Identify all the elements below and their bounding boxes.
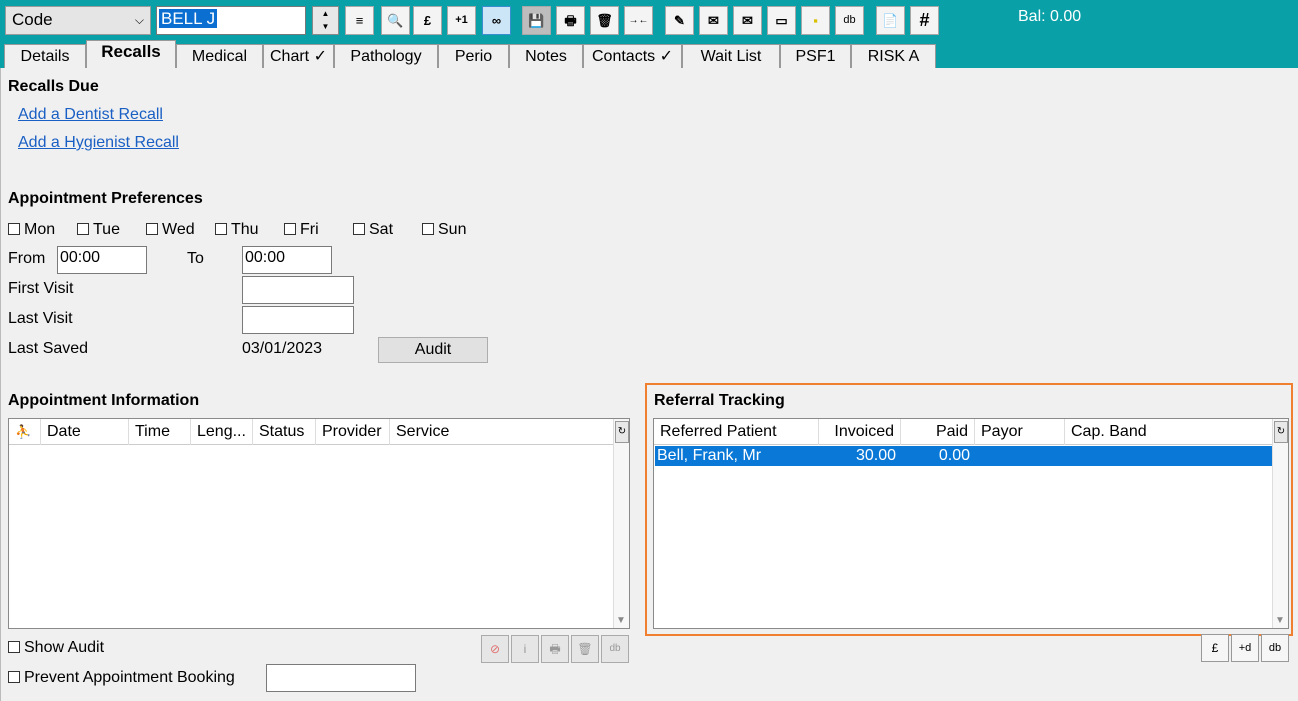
- referral-grid-scrollbar[interactable]: ↻ ▼: [1272, 419, 1288, 628]
- patient-spinner[interactable]: ▲ ▼: [312, 6, 339, 35]
- appointment-grid-scrollbar[interactable]: ↻ ▼: [613, 419, 629, 628]
- grid-icon[interactable]: #: [910, 6, 939, 35]
- invoiced-cell: 30.00: [855, 447, 896, 464]
- database-appointment-icon[interactable]: db: [601, 635, 629, 663]
- info-icon[interactable]: i: [511, 635, 539, 663]
- prevent-booking-checkbox[interactable]: Prevent Appointment Booking: [8, 669, 235, 687]
- first-visit-label: First Visit: [8, 280, 74, 297]
- tab-recalls[interactable]: Recalls: [86, 40, 176, 68]
- print-icon[interactable]: 🖶: [556, 6, 585, 35]
- tab-medical[interactable]: Medical: [176, 44, 263, 68]
- to-time-input[interactable]: 00:00: [242, 246, 332, 274]
- print-appointment-icon[interactable]: 🖶: [541, 635, 569, 663]
- delete-appointment-icon[interactable]: 🗑: [571, 635, 599, 663]
- sticky-note-icon[interactable]: ▪: [801, 6, 830, 35]
- person-icon[interactable]: ⛹: [9, 419, 41, 445]
- day-sun-checkbox[interactable]: Sun: [422, 221, 466, 239]
- patient-search-input[interactable]: BELL J: [156, 6, 306, 35]
- scroll-down-icon[interactable]: ▼: [1275, 615, 1285, 626]
- last-saved-value: 03/01/2023: [242, 340, 323, 357]
- tab-details[interactable]: Details: [4, 44, 86, 68]
- balance-label: Bal: 0.00: [1018, 8, 1082, 25]
- search-type-combo[interactable]: Code ⌵: [5, 6, 151, 35]
- tab-contacts[interactable]: Contacts ✓: [583, 44, 682, 68]
- day-fri-checkbox[interactable]: Fri: [284, 221, 319, 239]
- last-saved-label: Last Saved: [8, 340, 89, 357]
- day-thu-checkbox[interactable]: Thu: [215, 221, 259, 239]
- top-toolbar: Code ⌵ BELL J ▲ ▼ ≡ 🔍 £ +1 ∞ 💾 🖶 🗑 →← ✎ ✉…: [0, 0, 1298, 68]
- pound-icon[interactable]: £: [1201, 634, 1229, 662]
- letter-icon[interactable]: ✉: [699, 6, 728, 35]
- show-audit-checkbox[interactable]: Show Audit: [8, 639, 104, 657]
- column-status[interactable]: Status: [253, 419, 316, 445]
- tab-wait-list[interactable]: Wait List: [682, 44, 780, 68]
- appointment-preferences-heading: Appointment Preferences: [8, 190, 203, 207]
- tab-perio[interactable]: Perio: [438, 44, 509, 68]
- merge-icon[interactable]: →←: [624, 6, 653, 35]
- database-referral-icon[interactable]: db: [1261, 634, 1289, 662]
- database-icon[interactable]: db: [835, 6, 864, 35]
- scroll-down-icon[interactable]: ▼: [616, 615, 626, 626]
- document-icon[interactable]: 📄: [876, 6, 905, 35]
- refresh-icon[interactable]: ↻: [1274, 421, 1288, 443]
- recalls-due-heading: Recalls Due: [8, 78, 99, 95]
- table-row[interactable]: Bell, Frank, Mr 30.00 0.00: [655, 446, 1273, 466]
- delete-icon[interactable]: 🗑: [590, 6, 619, 35]
- audit-button[interactable]: Audit: [378, 337, 488, 363]
- column-service[interactable]: Service: [390, 419, 610, 445]
- referred-patient-cell: Bell, Frank, Mr: [657, 447, 762, 464]
- link-icon[interactable]: ∞: [482, 6, 511, 35]
- pen-icon[interactable]: ✎: [665, 6, 694, 35]
- from-label: From: [8, 250, 46, 267]
- add-referral-icon[interactable]: +d: [1231, 634, 1259, 662]
- day-mon-checkbox[interactable]: Mon: [8, 221, 55, 239]
- align-left-icon[interactable]: ≡: [345, 6, 374, 35]
- appointment-grid[interactable]: ⛹ Date Time Leng... Status Provider Serv…: [8, 418, 630, 629]
- last-visit-label: Last Visit: [8, 310, 73, 327]
- add-hygienist-recall-link[interactable]: Add a Hygienist Recall: [18, 134, 179, 152]
- to-label: To: [187, 250, 204, 267]
- tab-psf1[interactable]: PSF1: [780, 44, 851, 68]
- column-length[interactable]: Leng...: [191, 419, 253, 445]
- column-paid[interactable]: Paid: [901, 419, 975, 445]
- search-type-value: Code: [12, 10, 53, 29]
- day-sat-checkbox[interactable]: Sat: [353, 221, 393, 239]
- last-visit-field[interactable]: [242, 306, 354, 334]
- column-time[interactable]: Time: [129, 419, 191, 445]
- pound-icon[interactable]: £: [413, 6, 442, 35]
- tab-pathology[interactable]: Pathology: [334, 44, 438, 68]
- column-payor[interactable]: Payor: [975, 419, 1065, 445]
- refresh-icon[interactable]: ↻: [615, 421, 629, 443]
- plus-one-icon[interactable]: +1: [447, 6, 476, 35]
- column-cap-band[interactable]: Cap. Band: [1065, 419, 1273, 445]
- paid-cell: 0.00: [938, 447, 970, 464]
- prevent-booking-field[interactable]: [266, 664, 416, 692]
- cancel-appointment-icon[interactable]: ⊘: [481, 635, 509, 663]
- save-icon[interactable]: 💾: [522, 6, 551, 35]
- appointment-information-heading: Appointment Information: [8, 392, 200, 409]
- referral-grid-header: Referred Patient Invoiced Paid Payor Cap…: [654, 419, 1272, 445]
- search-icon[interactable]: 🔍: [381, 6, 410, 35]
- day-tue-checkbox[interactable]: Tue: [77, 221, 120, 239]
- tab-notes[interactable]: Notes: [509, 44, 583, 68]
- add-dentist-recall-link[interactable]: Add a Dentist Recall: [18, 106, 163, 124]
- tab-risk-a[interactable]: RISK A: [851, 44, 936, 68]
- day-wed-checkbox[interactable]: Wed: [146, 221, 195, 239]
- email-icon[interactable]: ✉: [733, 6, 762, 35]
- patient-name-value: BELL J: [159, 9, 218, 28]
- from-time-input[interactable]: 00:00: [57, 246, 147, 274]
- appointment-grid-header: ⛹ Date Time Leng... Status Provider Serv…: [9, 419, 613, 445]
- chevron-down-icon: ⌵: [134, 13, 144, 27]
- card-icon[interactable]: ▭: [767, 6, 796, 35]
- column-date[interactable]: Date: [41, 419, 129, 445]
- first-visit-field[interactable]: [242, 276, 354, 304]
- column-invoiced[interactable]: Invoiced: [819, 419, 901, 445]
- referral-tracking-heading: Referral Tracking: [654, 392, 785, 409]
- tab-chart[interactable]: Chart ✓: [263, 44, 334, 68]
- column-referred-patient[interactable]: Referred Patient: [654, 419, 819, 445]
- column-provider[interactable]: Provider: [316, 419, 390, 445]
- referral-grid[interactable]: Referred Patient Invoiced Paid Payor Cap…: [653, 418, 1289, 629]
